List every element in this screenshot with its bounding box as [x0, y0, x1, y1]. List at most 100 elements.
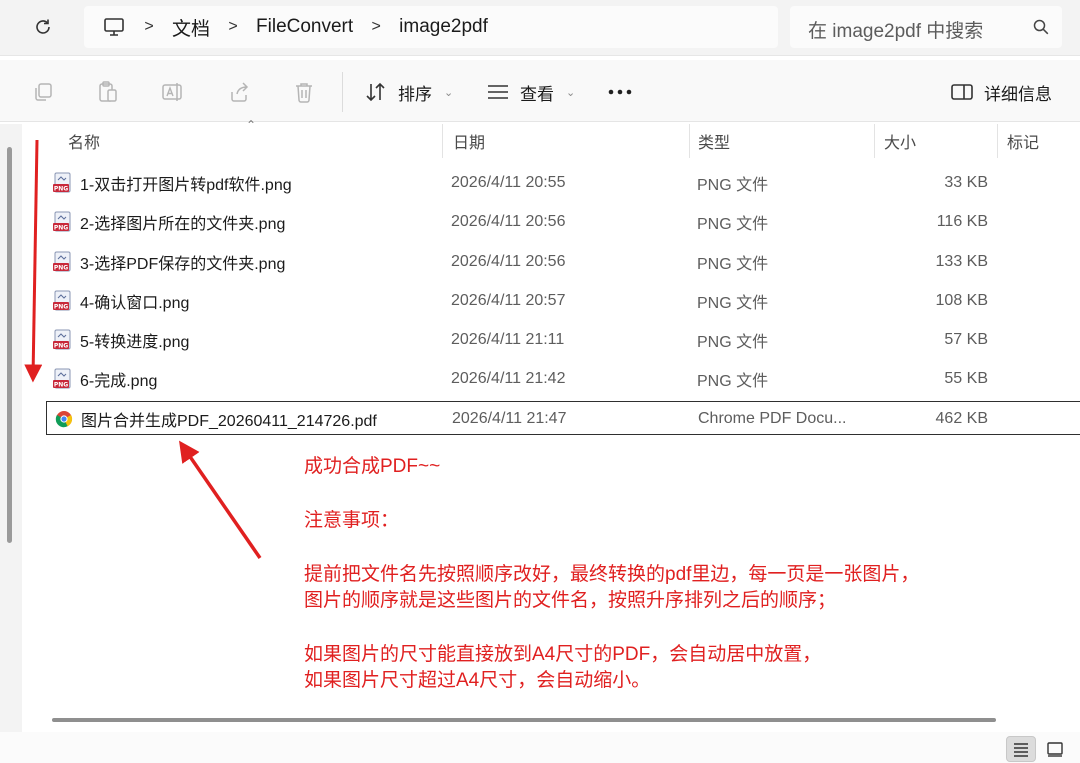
svg-text:PNG: PNG — [54, 382, 68, 389]
command-bar: 排序 ⌄ 查看 ⌄ 详细信息 — [0, 60, 1080, 122]
annotation-success: 成功合成PDF~~ — [304, 456, 441, 477]
file-row[interactable]: PNG 5-转换进度.png 2026/4/11 21:11 PNG 文件 57… — [46, 323, 1080, 357]
chevron-down-icon: ⌄ — [444, 86, 454, 99]
annotation-note-line: 如果图片的尺寸能直接放到A4尺寸的PDF，会自动居中放置， — [304, 644, 822, 665]
file-type: PNG 文件 — [697, 295, 769, 312]
file-date: 2026/4/11 21:47 — [452, 410, 567, 427]
sort-button[interactable]: 排序 ⌄ — [364, 79, 453, 105]
this-pc-icon[interactable] — [102, 15, 126, 39]
toolbar-divider — [342, 72, 343, 112]
delete-button[interactable] — [291, 79, 317, 105]
annotation-note-line: 提前把文件名先按照顺序改好，最终转换的pdf里边，每一页是一张图片， — [304, 564, 920, 585]
details-pane-icon — [951, 84, 973, 100]
column-divider[interactable] — [997, 124, 998, 158]
breadcrumb-item-image2pdf[interactable]: image2pdf — [399, 16, 488, 38]
annotation-note-line: 图片的顺序就是这些图片的文件名，按照升序排列之后的顺序； — [304, 590, 837, 611]
png-file-icon: PNG — [53, 329, 71, 350]
file-date: 2026/4/11 20:56 — [451, 253, 566, 270]
file-name[interactable]: 3-选择PDF保存的文件夹.png — [80, 250, 285, 274]
column-header-type[interactable]: 类型 — [698, 126, 730, 156]
more-options-button[interactable] — [607, 79, 633, 105]
status-bar — [0, 732, 1080, 763]
refresh-button[interactable] — [30, 14, 56, 40]
file-row-selected[interactable]: 图片合并生成PDF_20260411_214726.pdf 2026/4/11 … — [46, 401, 1080, 435]
svg-text:PNG: PNG — [54, 225, 68, 232]
breadcrumb-item-documents[interactable]: 文档 — [172, 14, 210, 41]
paste-button[interactable] — [95, 79, 121, 105]
details-pane-button[interactable]: 详细信息 — [950, 79, 1052, 105]
file-name[interactable]: 图片合并生成PDF_20260411_214726.pdf — [81, 407, 377, 431]
file-row[interactable]: PNG 1-双击打开图片转pdf软件.png 2026/4/11 20:55 P… — [46, 166, 1080, 200]
file-type: PNG 文件 — [697, 216, 769, 233]
details-view-icon — [1014, 743, 1028, 757]
share-button[interactable] — [226, 79, 252, 105]
column-divider[interactable] — [874, 124, 875, 158]
file-size: 55 KB — [944, 370, 988, 387]
column-header-tags[interactable]: 标记 — [1007, 126, 1039, 156]
column-header-date[interactable]: 日期 — [453, 126, 485, 156]
file-size: 57 KB — [944, 331, 988, 348]
chevron-right-icon[interactable]: > — [126, 18, 172, 36]
file-type: PNG 文件 — [697, 256, 769, 273]
details-view-button[interactable] — [1006, 736, 1036, 762]
tiles-view-button[interactable] — [1040, 736, 1070, 762]
search-placeholder: 在 image2pdf 中搜索 — [808, 21, 984, 42]
png-file-icon: PNG — [53, 251, 71, 272]
breadcrumb[interactable]: > 文档 > FileConvert > image2pdf — [84, 6, 778, 48]
file-date: 2026/4/11 20:57 — [451, 292, 566, 309]
refresh-icon — [36, 19, 50, 34]
file-date: 2026/4/11 21:11 — [451, 331, 565, 348]
svg-text:PNG: PNG — [54, 304, 68, 311]
file-name[interactable]: 2-选择图片所在的文件夹.png — [80, 210, 285, 234]
file-size: 33 KB — [944, 174, 988, 191]
file-name[interactable]: 6-完成.png — [80, 367, 157, 391]
chevron-down-icon: ⌄ — [566, 86, 576, 99]
column-divider[interactable] — [689, 124, 690, 158]
chevron-right-icon[interactable]: > — [353, 18, 399, 36]
horizontal-scrollbar-thumb[interactable] — [52, 718, 996, 722]
search-icon — [1033, 19, 1049, 35]
tiles-view-icon — [1047, 742, 1063, 757]
file-row[interactable]: PNG 4-确认窗口.png 2026/4/11 20:57 PNG 文件 10… — [46, 284, 1080, 318]
address-bar-region: > 文档 > FileConvert > image2pdf 在 image2p… — [0, 0, 1080, 56]
chevron-right-icon[interactable]: > — [210, 18, 256, 36]
column-header-name[interactable]: 名称 — [68, 126, 100, 156]
details-label: 详细信息 — [984, 84, 1052, 104]
png-file-icon: PNG — [53, 368, 71, 389]
file-name[interactable]: 1-双击打开图片转pdf软件.png — [80, 171, 292, 195]
search-input[interactable]: 在 image2pdf 中搜索 — [790, 6, 1062, 48]
copy-button[interactable] — [30, 79, 56, 105]
scrollbar-thumb[interactable] — [7, 147, 12, 543]
file-type: PNG 文件 — [697, 334, 769, 351]
sort-ascending-indicator: ⌃ — [246, 118, 257, 132]
view-label: 查看 — [520, 84, 554, 104]
view-button[interactable]: 查看 ⌄ — [486, 79, 575, 105]
more-icon — [608, 89, 632, 95]
file-row[interactable]: PNG 2-选择图片所在的文件夹.png 2026/4/11 20:56 PNG… — [46, 205, 1080, 239]
rename-icon — [162, 83, 182, 101]
delete-icon — [296, 83, 312, 103]
copy-icon — [35, 83, 52, 101]
view-icon — [488, 85, 508, 99]
svg-text:PNG: PNG — [54, 265, 68, 272]
file-size: 116 KB — [936, 213, 988, 230]
breadcrumb-item-fileconvert[interactable]: FileConvert — [256, 16, 353, 38]
column-divider[interactable] — [442, 124, 443, 158]
png-file-icon: PNG — [53, 290, 71, 311]
annotation-note-line: 如果图片尺寸超过A4尺寸，会自动缩小。 — [304, 670, 651, 691]
arrow-pointer-icon — [179, 440, 262, 559]
rename-button[interactable] — [160, 79, 186, 105]
file-name[interactable]: 4-确认窗口.png — [80, 289, 189, 313]
file-size: 108 KB — [935, 292, 988, 309]
svg-text:PNG: PNG — [54, 343, 68, 350]
file-type: PNG 文件 — [697, 177, 769, 194]
file-date: 2026/4/11 21:42 — [451, 370, 566, 387]
file-name[interactable]: 5-转换进度.png — [80, 328, 189, 352]
file-row[interactable]: PNG 6-完成.png 2026/4/11 21:42 PNG 文件 55 K… — [46, 362, 1080, 396]
arrow-down-icon — [24, 139, 43, 383]
column-header-size[interactable]: 大小 — [884, 126, 916, 156]
sort-label: 排序 — [398, 84, 432, 104]
file-row[interactable]: PNG 3-选择PDF保存的文件夹.png 2026/4/11 20:56 PN… — [46, 245, 1080, 279]
file-date: 2026/4/11 20:55 — [451, 174, 566, 191]
file-type: Chrome PDF Docu... — [698, 410, 847, 427]
